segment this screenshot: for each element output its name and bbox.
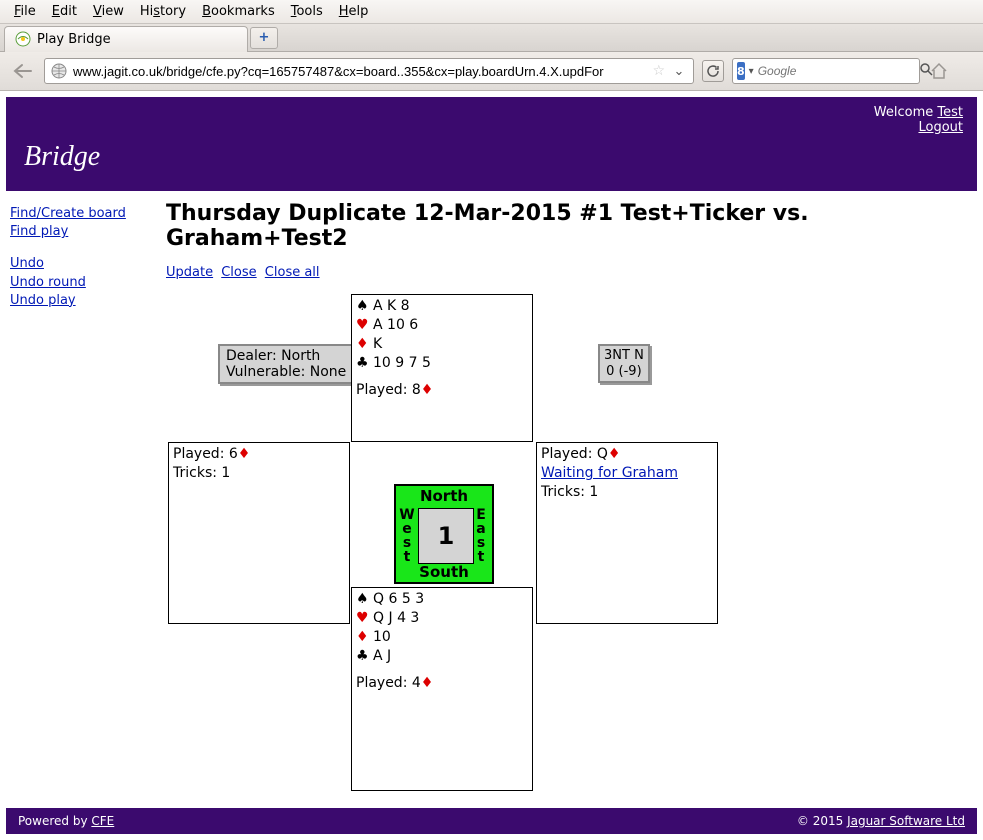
heart-icon: ♥ — [356, 317, 369, 333]
globe-icon — [51, 63, 67, 79]
close-link[interactable]: Close — [221, 265, 256, 280]
footer-powered: Powered by — [18, 814, 91, 828]
compass-south: South — [396, 563, 492, 581]
new-tab-button[interactable]: + — [250, 27, 278, 49]
contract-line2: 0 (-9) — [604, 364, 644, 380]
search-engine-icon: 8 — [737, 62, 745, 80]
footer-company-link[interactable]: Jaguar Software Ltd — [847, 814, 965, 828]
url-input[interactable] — [73, 64, 646, 79]
compass-east: East — [472, 508, 490, 564]
menu-file[interactable]: File — [6, 2, 44, 21]
welcome-block: Welcome Test Logout — [874, 105, 963, 135]
menu-edit[interactable]: Edit — [44, 2, 85, 21]
dealer-text: Dealer: North — [226, 348, 346, 364]
home-button[interactable] — [928, 60, 950, 82]
club-icon: ♣ — [356, 355, 369, 371]
menu-view[interactable]: View — [85, 2, 132, 21]
footer-cfe-link[interactable]: CFE — [91, 814, 114, 828]
menu-history[interactable]: History — [132, 2, 194, 21]
page-body: Welcome Test Logout Bridge Find/Create b… — [0, 91, 983, 840]
east-tricks: Tricks: 1 — [541, 483, 713, 502]
east-played-card: Q — [597, 446, 608, 462]
hand-south: ♠ Q 6 5 3 ♥ Q J 4 3 ♦ 10 ♣ A J Played: 4… — [351, 587, 533, 791]
menu-help[interactable]: Help — [331, 2, 377, 21]
main-content: Thursday Duplicate 12-Mar-2015 #1 Test+T… — [166, 201, 977, 804]
browser-tabbar: Play Bridge + — [0, 24, 983, 52]
os-menubar: File Edit View History Bookmarks Tools H… — [0, 0, 983, 24]
compass-west: West — [398, 508, 416, 564]
north-played-card: 8 — [412, 382, 421, 398]
sidebar-undo-round[interactable]: Undo round — [10, 274, 164, 292]
reload-button[interactable] — [702, 60, 724, 82]
bridge-board: Dealer: North Vulnerable: None 3NT N 0 (… — [166, 294, 969, 804]
hand-east: Played: Q♦ Waiting for Graham Tricks: 1 — [536, 442, 718, 624]
url-dropdown-icon[interactable]: ⌄ — [671, 64, 687, 79]
diamond-icon: ♦ — [238, 446, 251, 462]
south-clubs: A J — [373, 648, 391, 664]
page-title: Thursday Duplicate 12-Mar-2015 #1 Test+T… — [166, 201, 969, 251]
site-footer: Powered by CFE © 2015 Jaguar Software Lt… — [6, 808, 977, 834]
sidebar-find-play[interactable]: Find play — [10, 223, 164, 241]
north-spades: A K 8 — [373, 298, 410, 314]
tab-title: Play Bridge — [37, 32, 111, 47]
search-dropdown-icon[interactable]: ▾ — [749, 66, 754, 77]
logout-link[interactable]: Logout — [918, 120, 963, 135]
browser-tab[interactable]: Play Bridge — [4, 26, 248, 52]
contract-box: 3NT N 0 (-9) — [598, 344, 650, 383]
diamond-icon: ♦ — [421, 675, 434, 691]
diamond-icon: ♦ — [421, 382, 434, 398]
search-input[interactable] — [758, 64, 915, 78]
footer-copyright: © 2015 — [797, 814, 847, 828]
welcome-text: Welcome — [874, 105, 938, 120]
diamond-icon: ♦ — [608, 446, 621, 462]
url-bar[interactable]: ☆ ⌄ — [44, 58, 694, 84]
club-icon: ♣ — [356, 648, 369, 664]
south-hearts: Q J 4 3 — [373, 610, 419, 626]
diamond-icon: ♦ — [356, 629, 369, 645]
south-spades: Q 6 5 3 — [373, 591, 424, 607]
sidebar-find-board[interactable]: Find/Create board — [10, 205, 164, 223]
update-link[interactable]: Update — [166, 265, 213, 280]
bookmark-star-icon[interactable]: ☆ — [652, 63, 665, 79]
south-diamonds: 10 — [373, 629, 391, 645]
dealer-vuln-box: Dealer: North Vulnerable: None — [218, 344, 354, 384]
close-all-link[interactable]: Close all — [265, 265, 320, 280]
compass: North South West East 1 — [394, 484, 494, 584]
user-link[interactable]: Test — [937, 105, 963, 120]
north-played-label: Played: — [356, 382, 412, 398]
board-number: 1 — [418, 508, 474, 564]
compass-north: North — [396, 487, 492, 505]
south-played-card: 4 — [412, 675, 421, 691]
site-banner: Welcome Test Logout Bridge — [6, 97, 977, 191]
west-played-card: 6 — [229, 446, 238, 462]
heart-icon: ♥ — [356, 610, 369, 626]
menu-bookmarks[interactable]: Bookmarks — [194, 2, 283, 21]
north-clubs: 10 9 7 5 — [373, 355, 431, 371]
waiting-link[interactable]: Waiting for Graham — [541, 465, 678, 481]
west-played-label: Played: — [173, 446, 229, 462]
tab-favicon — [15, 31, 31, 47]
north-diamonds: K — [373, 336, 382, 352]
east-played-label: Played: — [541, 446, 597, 462]
south-played-label: Played: — [356, 675, 412, 691]
menu-tools[interactable]: Tools — [283, 2, 331, 21]
action-links: Update Close Close all — [166, 265, 969, 280]
sidebar-undo[interactable]: Undo — [10, 255, 164, 273]
hand-west: Played: 6♦ Tricks: 1 — [168, 442, 350, 624]
sidebar: Find/Create board Find play Undo Undo ro… — [6, 201, 166, 804]
sidebar-undo-play[interactable]: Undo play — [10, 292, 164, 310]
search-bar[interactable]: 8 ▾ — [732, 58, 920, 84]
site-title: Bridge — [24, 141, 100, 173]
back-button[interactable] — [10, 60, 36, 82]
west-tricks: Tricks: 1 — [173, 464, 345, 483]
contract-line1: 3NT N — [604, 348, 644, 364]
spade-icon: ♠ — [356, 591, 369, 607]
hand-north: ♠ A K 8 ♥ A 10 6 ♦ K ♣ 10 9 7 5 Played: … — [351, 294, 533, 442]
spade-icon: ♠ — [356, 298, 369, 314]
vuln-text: Vulnerable: None — [226, 364, 346, 380]
diamond-icon: ♦ — [356, 336, 369, 352]
north-hearts: A 10 6 — [373, 317, 418, 333]
browser-navbar: ☆ ⌄ 8 ▾ — [0, 52, 983, 91]
